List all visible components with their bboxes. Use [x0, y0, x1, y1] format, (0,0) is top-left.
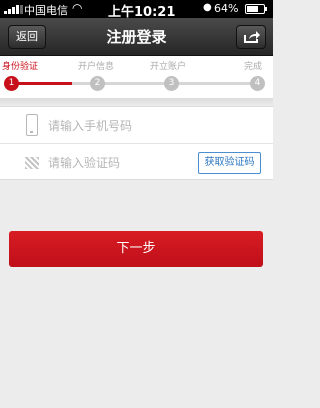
step-track	[12, 82, 260, 85]
step-label-1: 身份验证	[2, 62, 39, 72]
step-label-4: 完成	[244, 62, 263, 72]
step-label-2: 开户信息	[78, 62, 115, 72]
carrier-name: 中国电信	[24, 4, 68, 17]
divider	[0, 98, 273, 106]
signal-icon	[4, 5, 23, 14]
back-button[interactable]: 返回	[8, 25, 46, 49]
phone-input[interactable]: 请输入手机号码	[48, 117, 132, 134]
step-label-3: 开立账户	[150, 62, 187, 72]
battery-percent: 64%	[214, 2, 239, 15]
code-row: 请输入验证码 获取验证码	[0, 144, 273, 181]
navigation-bar: 注册登录 返回	[0, 18, 273, 56]
battery-icon	[245, 4, 267, 14]
step-progress: 身份验证 开户信息 开立账户 完成 1 2 3 4	[0, 56, 273, 98]
status-bar: 中国电信 ◠ 上午10:21 ● 64%	[0, 0, 273, 20]
next-step-button[interactable]: 下一步	[9, 231, 263, 267]
lock-icon: ●	[203, 2, 212, 13]
verification-code-icon	[25, 157, 39, 169]
wifi-icon: ◠	[72, 1, 83, 15]
phone-icon	[26, 114, 38, 136]
code-input[interactable]: 请输入验证码	[48, 154, 120, 171]
verification-form: 请输入手机号码 请输入验证码 获取验证码	[0, 106, 273, 180]
share-button[interactable]	[236, 25, 266, 49]
share-icon	[244, 31, 260, 43]
phone-row: 请输入手机号码	[0, 107, 273, 144]
step-dot-1: 1	[4, 76, 19, 91]
get-code-button[interactable]: 获取验证码	[198, 152, 261, 174]
step-dot-3: 3	[164, 76, 179, 91]
step-dot-4: 4	[250, 76, 265, 91]
step-dot-2: 2	[90, 76, 105, 91]
